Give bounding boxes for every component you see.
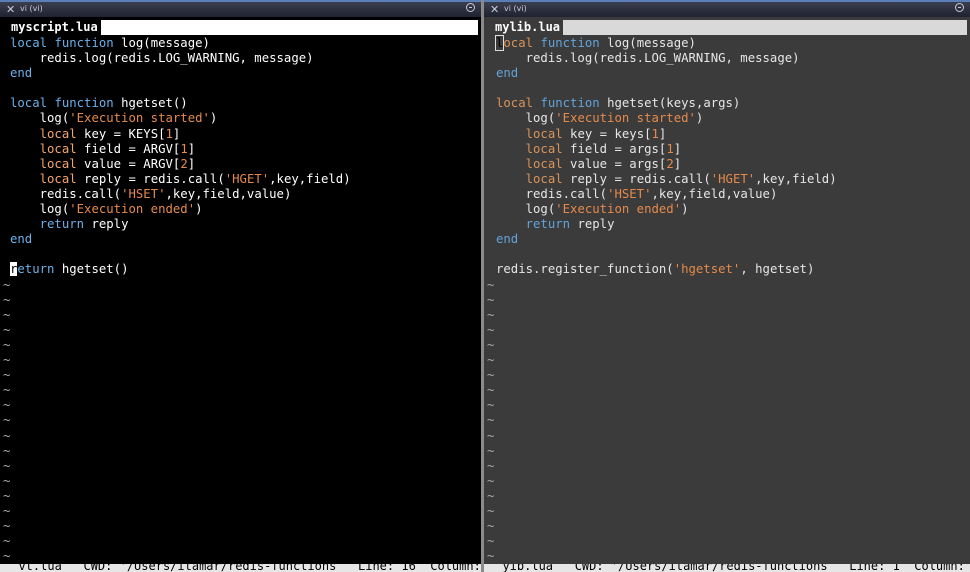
buffer-filename[interactable]: mylib.lua [492, 20, 564, 35]
tilde-marker: ~ [487, 322, 495, 337]
window-title: vi (vi) [504, 4, 527, 13]
code-line: local function log(message) [494, 35, 696, 51]
tilde-marker: ~ [3, 473, 11, 488]
tilde-marker: ~ [487, 292, 495, 307]
tilde-marker: ~ [3, 428, 11, 443]
code-line: return reply [525, 217, 615, 232]
code-line: local function hgetset() [10, 96, 188, 111]
tilde-marker: ~ [487, 307, 495, 322]
empty-line-markers: ~ ~ ~ ~ ~ ~ ~ ~ ~ ~ ~ ~ ~ ~ ~ ~ ~ ~ ~ [3, 278, 481, 565]
code-line: redis.register_function('hgetset', hgets… [496, 262, 815, 277]
tilde-marker: ~ [487, 383, 495, 398]
code-editor[interactable]: local function log(message) redis.log(re… [10, 36, 481, 278]
code-line: end [10, 232, 33, 247]
code-editor[interactable]: local function log(message) redis.log(re… [494, 35, 970, 278]
close-icon[interactable]: ✕ [490, 3, 499, 16]
code-line: local field = args[1] [525, 141, 682, 156]
tilde-marker: ~ [487, 473, 495, 488]
code-line: end [10, 66, 33, 81]
tilde-marker: ~ [3, 534, 11, 549]
code-line: local function log(message) [10, 36, 210, 50]
empty-line-markers: ~ ~ ~ ~ ~ ~ ~ ~ ~ ~ ~ ~ ~ ~ ~ ~ ~ ~ ~ [487, 278, 970, 565]
tilde-marker: ~ [3, 353, 11, 368]
buffer-filename[interactable]: myscript.lua [8, 20, 101, 35]
tilde-marker: ~ [487, 534, 495, 549]
code-line: end [496, 66, 519, 81]
tilde-marker: ~ [3, 549, 11, 564]
tilde-marker: ~ [487, 549, 495, 564]
tilde-marker: ~ [3, 337, 11, 352]
tilde-marker: ~ [487, 428, 495, 443]
code-line: local value = args[2] [525, 156, 682, 171]
tilde-marker: ~ [3, 458, 11, 473]
tilde-marker: ~ [487, 398, 495, 413]
tilde-marker: ~ [487, 368, 495, 383]
tilde-marker: ~ [3, 368, 11, 383]
tilde-marker: ~ [487, 337, 495, 352]
code-line: log('Execution ended') [10, 202, 203, 217]
tilde-marker: ~ [487, 413, 495, 428]
code-line: redis.log(redis.LOG_WARNING, message) [10, 51, 314, 66]
tilde-marker: ~ [3, 307, 11, 322]
status-line: yib.lua CWD: '/Users/itamar/redis-functi… [484, 564, 970, 572]
tilde-marker: ~ [3, 398, 11, 413]
close-icon[interactable]: ✕ [6, 3, 15, 16]
code-line: log('Execution ended') [496, 202, 689, 217]
tilde-marker: ~ [3, 519, 11, 534]
code-line: end [496, 232, 519, 247]
code-line: local reply = redis.call('HGET',key,fiel… [525, 171, 837, 186]
tilde-marker: ~ [3, 504, 11, 518]
status-text: vt.lua CWD: '/Users/itamar/redis-functio… [4, 564, 481, 572]
minimize-icon[interactable] [466, 3, 475, 12]
tilde-marker: ~ [487, 519, 495, 534]
code-line: redis.call('HSET',key,field,value) [496, 186, 778, 201]
code-line: local key = keys[1] [525, 126, 667, 141]
right-window-titlebar: ✕ vi (vi) [484, 0, 970, 17]
left-window-titlebar: ✕ vi (vi) [0, 0, 481, 17]
code-line: local function hgetset(keys,args) [496, 96, 741, 111]
buffer-tabline: myscript.lua [8, 20, 478, 35]
code-line: redis.call('HSET',key,field,value) [10, 186, 292, 201]
tilde-marker: ~ [3, 413, 11, 428]
terminal-screen: ✕ vi (vi) myscript.lua local function lo… [0, 0, 970, 572]
code-line: log('Execution started') [496, 111, 704, 126]
buffer-tabline: mylib.lua [492, 20, 967, 35]
code-line: local reply = redis.call('HGET',key,fiel… [39, 171, 351, 186]
code-line: return hgetset() [10, 262, 129, 277]
code-line: local value = ARGV[2] [39, 156, 196, 171]
window-title: vi (vi) [20, 4, 43, 13]
tilde-marker: ~ [3, 443, 11, 458]
tilde-marker: ~ [487, 443, 495, 458]
code-line: redis.log(redis.LOG_WARNING, message) [496, 51, 800, 66]
status-line: vt.lua CWD: '/Users/itamar/redis-functio… [0, 564, 481, 572]
tilde-marker: ~ [487, 458, 495, 473]
tilde-marker: ~ [487, 277, 495, 292]
tilde-marker: ~ [3, 383, 11, 398]
tilde-marker: ~ [487, 488, 495, 503]
tilde-marker: ~ [3, 322, 11, 337]
tilde-marker: ~ [487, 353, 495, 368]
status-text: yib.lua CWD: '/Users/itamar/redis-functi… [488, 564, 970, 572]
right-vim-pane[interactable]: ✕ vi (vi) mylib.lua local function log(m… [484, 0, 970, 572]
tilde-marker: ~ [3, 292, 11, 307]
tilde-marker: ~ [487, 504, 495, 518]
tilde-marker: ~ [3, 488, 11, 503]
code-line: return reply [39, 217, 129, 232]
tilde-marker: ~ [3, 277, 11, 292]
minimize-icon[interactable] [955, 3, 964, 12]
code-line: local field = ARGV[1] [39, 141, 196, 156]
left-vim-pane[interactable]: ✕ vi (vi) myscript.lua local function lo… [0, 0, 481, 572]
code-line: local key = KEYS[1] [39, 126, 181, 141]
code-line: log('Execution started') [10, 111, 218, 126]
